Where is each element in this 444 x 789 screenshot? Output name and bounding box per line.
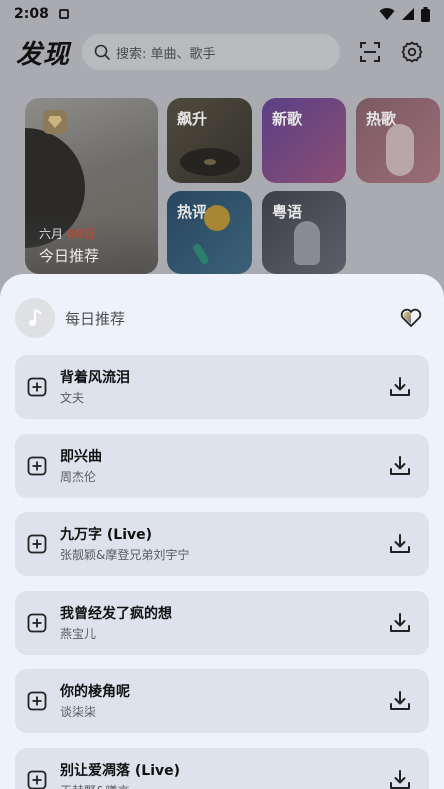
notification-icon [58, 9, 69, 19]
search-icon [94, 44, 110, 60]
download-icon[interactable] [389, 690, 411, 712]
discover-tiles: 六月 08日 今日推荐 飙升 新歌 热歌 热评 粤语 [0, 96, 444, 276]
song-artist: 燕宝儿 [60, 626, 97, 641]
add-to-playlist-icon[interactable] [27, 691, 47, 711]
app-header: 发现 搜索: 单曲、歌手 [0, 30, 444, 74]
status-icons [379, 6, 430, 22]
song-title: 即兴曲 [60, 448, 102, 465]
song-artist: 谈柒柒 [60, 705, 97, 719]
heart-icon [400, 308, 422, 327]
download-icon[interactable] [389, 455, 411, 477]
search-bar[interactable]: 搜索: 单曲、歌手 [82, 34, 340, 70]
download-icon[interactable] [389, 533, 411, 555]
signal-icon [402, 8, 414, 20]
song-item[interactable]: 即兴曲 周杰伦 [15, 433, 429, 498]
song-artist: 王赫野&曦言 [60, 782, 129, 789]
new-songs-tile[interactable]: 新歌 [262, 98, 346, 183]
song-title: 九万字 (Live) [60, 527, 153, 543]
comment-label: 热评 [177, 203, 208, 221]
song-title: 我曾经发了疯的想 [60, 605, 172, 622]
add-to-playlist-icon[interactable] [27, 613, 47, 633]
playlist-avatar [15, 298, 55, 338]
daily-day: 08日 [66, 227, 96, 241]
add-to-playlist-icon[interactable] [27, 770, 47, 789]
hot-comments-tile[interactable]: 热评 [167, 191, 252, 274]
favorite-button[interactable] [399, 306, 423, 330]
scan-icon [360, 42, 380, 62]
wifi-icon [379, 8, 395, 20]
song-title: 你的棱角呢 [60, 684, 130, 700]
download-icon[interactable] [389, 612, 411, 634]
song-item[interactable]: 背着风流泪 文夫 [15, 355, 429, 419]
battery-icon [421, 6, 430, 22]
song-artist: 张靓颖&摩登兄弟刘宇宁 [60, 548, 190, 562]
download-icon[interactable] [389, 376, 411, 398]
scan-button[interactable] [354, 36, 386, 68]
download-icon[interactable] [389, 769, 411, 789]
song-item[interactable]: 别让爱凋落 (Live) 王赫野&曦言 [15, 747, 429, 789]
cantonese-tile[interactable]: 粤语 [262, 191, 346, 274]
song-title: 背着风流泪 [60, 370, 130, 386]
add-to-playlist-icon[interactable] [27, 534, 47, 554]
daily-label: 今日推荐 [39, 247, 100, 265]
song-artist: 文夫 [60, 391, 85, 405]
add-to-playlist-icon[interactable] [27, 456, 47, 476]
music-note-icon [29, 309, 42, 326]
daily-recommend-tile[interactable]: 六月 08日 今日推荐 [25, 98, 158, 274]
sheet-title: 每日推荐 [65, 309, 126, 328]
page-title: 发现 [16, 39, 71, 70]
sheet-header: 每日推荐 [15, 298, 429, 338]
add-to-playlist-icon[interactable] [27, 377, 47, 397]
turntable-graphic [180, 148, 240, 176]
song-item[interactable]: 你的棱角呢 谈柒柒 [15, 669, 429, 733]
status-bar: 2:08 [0, 0, 444, 28]
song-item[interactable]: 我曾经发了疯的想 燕宝儿 [15, 590, 429, 655]
daily-recommend-sheet: 每日推荐 背着风流泪 文夫 即兴曲 周杰伦 九万字 (Live) 张靓颖&摩登兄弟刘宇宁我… [0, 274, 444, 789]
settings-button[interactable] [396, 36, 428, 68]
daily-month: 六月 [39, 227, 64, 241]
search-placeholder: 搜索: 单曲、歌手 [116, 46, 216, 62]
song-item[interactable]: 九万字 (Live) 张靓颖&摩登兄弟刘宇宁 [15, 512, 429, 576]
stripe-graphic [192, 242, 210, 266]
soaring-label: 飙升 [177, 110, 208, 128]
cantonese-label: 粤语 [272, 203, 303, 221]
gem-badge-icon [43, 110, 67, 134]
daily-date: 六月 08日 [39, 225, 96, 242]
new-label: 新歌 [272, 110, 303, 128]
hot-songs-tile[interactable]: 热歌 [356, 98, 440, 183]
ukulele-graphic [386, 124, 414, 176]
sun-graphic [204, 205, 230, 231]
soaring-chart-tile[interactable]: 飙升 [167, 98, 252, 183]
figure-graphic [294, 221, 320, 265]
song-artist: 周杰伦 [60, 469, 97, 484]
gear-icon [401, 41, 423, 63]
status-time: 2:08 [14, 6, 49, 22]
song-title: 别让爱凋落 (Live) [60, 762, 181, 779]
